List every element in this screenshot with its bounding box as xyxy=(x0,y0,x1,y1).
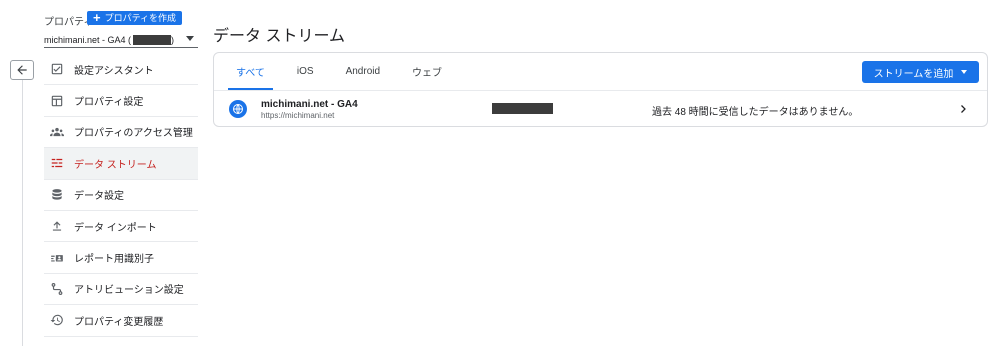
property-selector[interactable]: michimani.net - GA4 ( ) xyxy=(44,33,198,47)
layout-icon xyxy=(50,94,64,108)
nav-item-label: アトリビューション設定 xyxy=(74,285,184,297)
streams-icon xyxy=(50,156,64,170)
identity-icon xyxy=(50,251,64,265)
nav-item-label: レポート用識別子 xyxy=(74,254,154,266)
nav-item-change-history[interactable]: プロパティ変更履歴 xyxy=(44,305,198,337)
nav-item-data-import[interactable]: データ インポート xyxy=(44,211,198,243)
add-stream-label: ストリームを追加 xyxy=(873,68,954,80)
back-button[interactable] xyxy=(10,60,34,80)
property-label: プロパティ xyxy=(44,17,94,28)
nav-item-setup-assistant[interactable]: 設定アシスタント xyxy=(44,54,198,86)
nav-item-label: データ設定 xyxy=(74,191,124,203)
nav-item-label: プロパティ変更履歴 xyxy=(74,316,164,328)
nav-item-data-settings[interactable]: データ設定 xyxy=(44,180,198,211)
stream-row[interactable]: michimani.net - GA4 https://michimani.ne… xyxy=(214,91,987,127)
nav-item-label: データ インポート xyxy=(74,222,157,234)
stream-url: https://michimani.net xyxy=(261,111,335,120)
checklist-icon xyxy=(50,62,64,76)
stream-status: 過去 48 時間に受信したデータはありません。 xyxy=(652,107,859,118)
tab-ios[interactable]: iOS xyxy=(285,53,326,90)
dropdown-caret-icon xyxy=(186,36,194,41)
history-icon xyxy=(50,313,64,327)
nav-item-label: データ ストリーム xyxy=(74,159,157,171)
property-selector-underline xyxy=(44,47,198,48)
plus-icon: + xyxy=(93,10,101,25)
property-selector-text: michimani.net - GA4 ( xyxy=(44,35,132,45)
property-selector-suffix: ) xyxy=(171,35,175,45)
nav-item-label: プロパティ設定 xyxy=(74,97,144,109)
tab-web[interactable]: ウェブ xyxy=(400,53,454,90)
create-property-button[interactable]: + プロパティを作成 xyxy=(87,10,183,25)
redacted-stream-id xyxy=(492,103,553,114)
page-title: データ ストリーム xyxy=(213,28,345,45)
arrow-left-icon xyxy=(17,65,27,75)
nav-item-reporting-identity[interactable]: レポート用識別子 xyxy=(44,242,198,274)
dropdown-caret-icon xyxy=(961,70,968,74)
globe-icon xyxy=(229,100,247,118)
stream-tabs: すべて iOS Android ウェブ xyxy=(214,53,462,90)
streams-card: すべて iOS Android ウェブ ストリームを追加 michimani.n… xyxy=(213,52,988,127)
nav-item-label: 設定アシスタント xyxy=(74,65,154,77)
redacted-property-id xyxy=(133,35,172,45)
rail-divider xyxy=(22,78,23,346)
upload-icon xyxy=(50,219,64,233)
property-nav: 設定アシスタント プロパティ設定 プロパティのアクセス管理 データ ストリーム … xyxy=(44,54,198,337)
create-property-label: プロパティを作成 xyxy=(104,13,177,23)
stream-name: michimani.net - GA4 xyxy=(261,99,358,110)
database-icon xyxy=(50,188,64,202)
chevron-right-icon xyxy=(961,105,966,113)
nav-item-label: プロパティのアクセス管理 xyxy=(74,128,193,140)
nav-item-data-streams[interactable]: データ ストリーム xyxy=(44,148,198,180)
nav-item-property-settings[interactable]: プロパティ設定 xyxy=(44,85,198,117)
tab-android[interactable]: Android xyxy=(334,53,392,90)
attribution-icon xyxy=(50,282,64,296)
nav-item-access-management[interactable]: プロパティのアクセス管理 xyxy=(44,117,198,149)
nav-item-attribution-settings[interactable]: アトリビューション設定 xyxy=(44,274,198,306)
tab-all[interactable]: すべて xyxy=(224,53,277,90)
people-icon xyxy=(50,125,64,139)
add-stream-button[interactable]: ストリームを追加 xyxy=(862,61,979,83)
